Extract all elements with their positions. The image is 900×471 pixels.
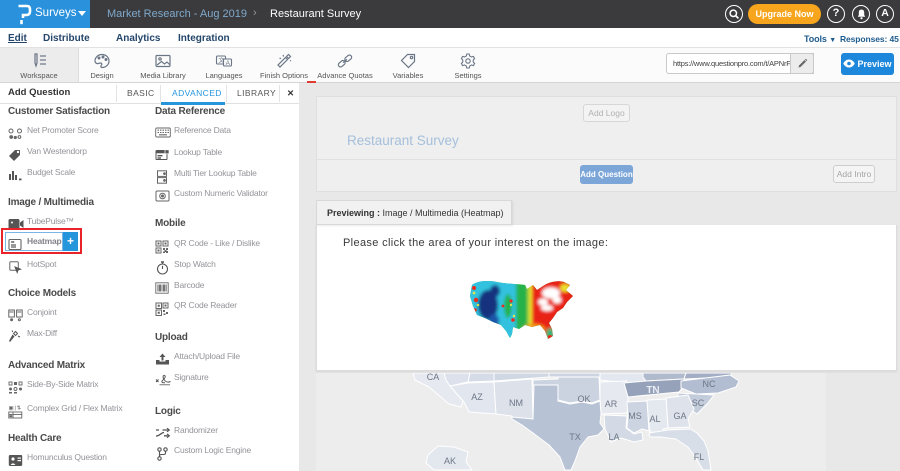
svg-text:SC: SC xyxy=(692,398,705,408)
svg-text:NC: NC xyxy=(703,379,716,389)
svg-text:CA: CA xyxy=(427,373,440,382)
svg-text:AK: AK xyxy=(444,456,456,466)
svg-text:TN: TN xyxy=(646,385,659,396)
svg-text:AL: AL xyxy=(649,414,660,424)
svg-text:A: A xyxy=(226,60,231,67)
svg-text:OK: OK xyxy=(577,394,590,404)
svg-text:GA: GA xyxy=(673,411,686,421)
svg-text:▣|⇅: ▣|⇅ xyxy=(9,405,22,412)
svg-text:LA: LA xyxy=(608,432,619,442)
svg-text:AR: AR xyxy=(605,399,618,409)
svg-text:NM: NM xyxy=(509,398,523,408)
svg-text:AZ: AZ xyxy=(471,392,483,402)
svg-text:MS: MS xyxy=(628,411,642,421)
svg-text:FL: FL xyxy=(694,452,705,462)
svg-text:TX: TX xyxy=(569,432,581,442)
svg-text:文: 文 xyxy=(218,57,224,65)
